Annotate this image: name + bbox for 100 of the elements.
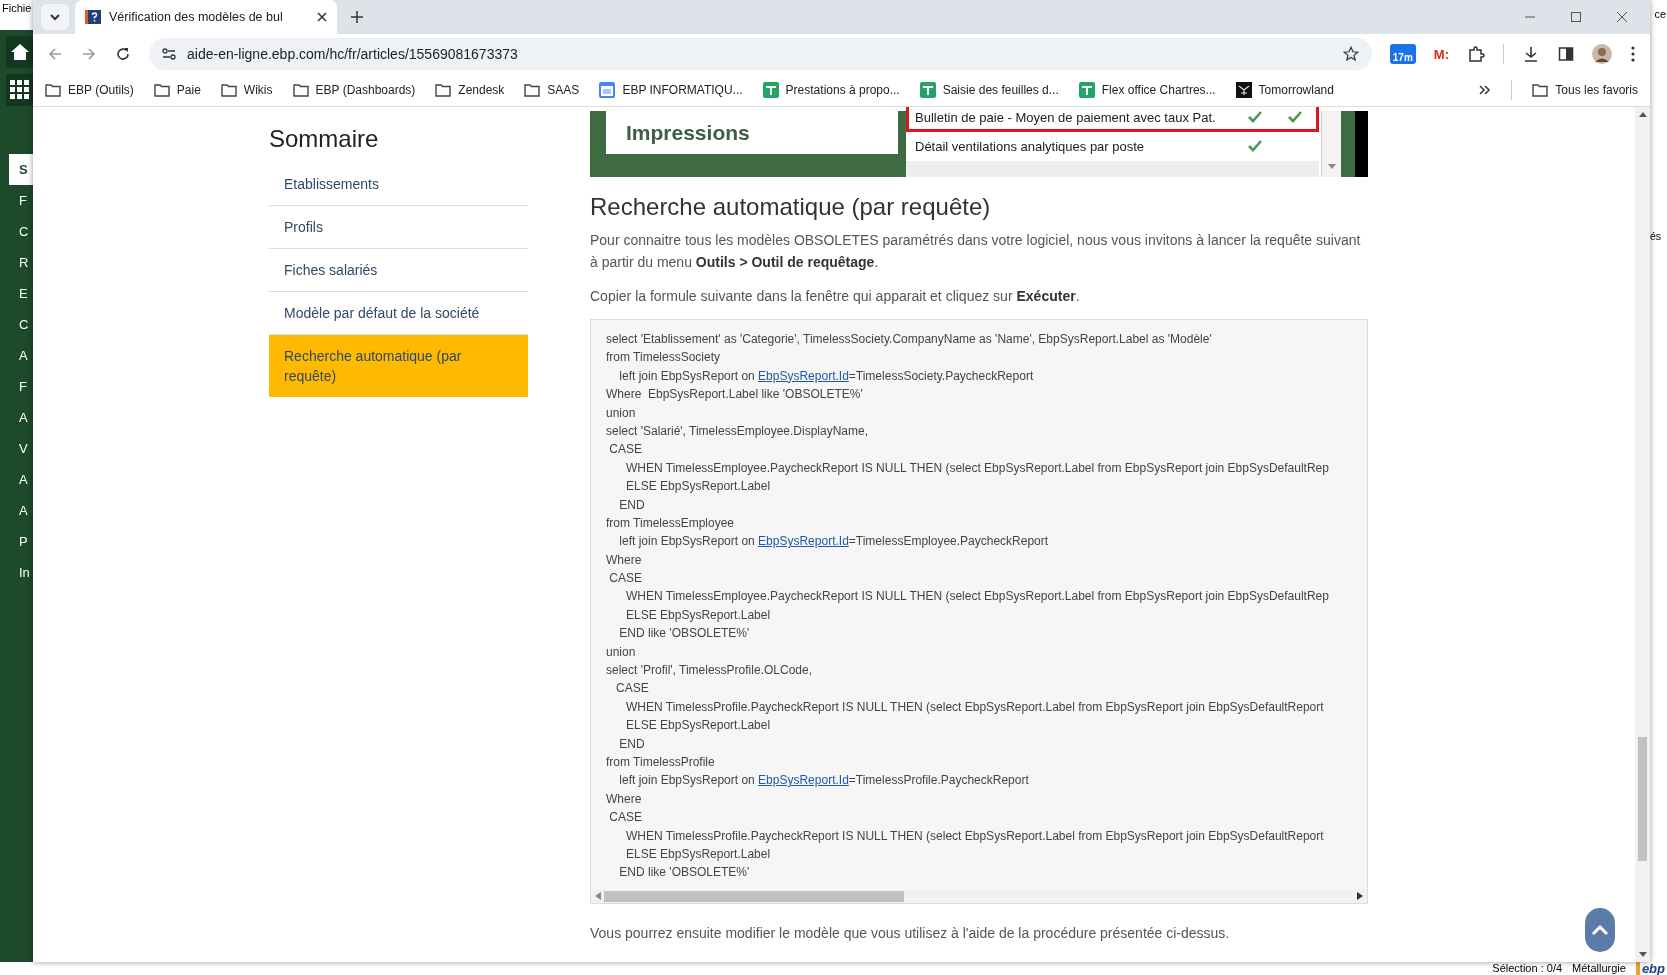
- menu-icon[interactable]: [1630, 45, 1636, 63]
- browser-tab[interactable]: Vérification des modèles de bul: [75, 0, 337, 34]
- code-line: Where: [606, 552, 642, 567]
- sidebar-title: Sommaire: [269, 125, 380, 153]
- folder-icon: [292, 83, 309, 97]
- folder-icon: [45, 83, 61, 97]
- nav-item[interactable]: F: [0, 371, 33, 402]
- bookmark[interactable]: EBP (Dashboards): [292, 83, 416, 97]
- chevron-down-icon: [49, 11, 61, 23]
- bookmark[interactable]: EBP INFORMATIQU...: [599, 82, 743, 98]
- nav-item[interactable]: In: [0, 557, 33, 588]
- scroll-left-icon[interactable]: [595, 892, 601, 901]
- scroll-down-icon: [1327, 164, 1336, 169]
- code-link[interactable]: EbpSysReport.Id: [758, 368, 849, 383]
- toc-link[interactable]: Recherche automatique (par requête): [269, 335, 528, 397]
- vertical-scrollbar[interactable]: [1635, 107, 1650, 962]
- site-settings-icon[interactable]: [161, 46, 177, 62]
- menu-label[interactable]: Fichie: [2, 0, 32, 14]
- bookmark[interactable]: Paie: [153, 83, 201, 97]
- code-line: Where EbpSysReport.Label like 'OBSOLETE%': [606, 387, 863, 402]
- close-icon[interactable]: [317, 12, 327, 22]
- code-line: WHEN TimelessProfile.PaycheckReport IS NULL THEN (select EbpSysReport.Label from EbpSysReport join EbpSysDefaultReport: [625, 828, 1324, 843]
- bookmark[interactable]: Wikis: [220, 83, 273, 97]
- help-icon: [85, 9, 101, 25]
- bookmark[interactable]: Flex office Chartres...: [1078, 82, 1216, 98]
- bookmark-folder[interactable]: Tous les favoris: [1532, 83, 1638, 97]
- bookmark[interactable]: Saisie des feuilles d...: [919, 82, 1059, 98]
- scroll-up-icon[interactable]: [1638, 112, 1647, 117]
- code-line: CASE: [615, 681, 649, 696]
- horizontal-scrollbar[interactable]: [591, 889, 1367, 903]
- code-line: CASE: [608, 571, 642, 586]
- code-line: from TimelessProfile: [606, 755, 715, 769]
- folder-icon: [220, 83, 237, 97]
- nav-item[interactable]: P: [0, 526, 33, 557]
- sheet-icon: [919, 82, 936, 98]
- nav-item[interactable]: R: [0, 247, 33, 278]
- nav-item[interactable]: A: [0, 495, 33, 526]
- home-icon[interactable]: [6, 36, 33, 68]
- back-to-top-button[interactable]: [1585, 908, 1615, 952]
- folder-icon: [524, 83, 541, 97]
- reload-icon[interactable]: [115, 46, 131, 62]
- nav-item[interactable]: A: [0, 464, 33, 495]
- code-line: END like 'OBSOLETE%': [618, 865, 750, 880]
- nav-item[interactable]: A: [0, 340, 33, 371]
- nav-item[interactable]: S: [9, 154, 33, 185]
- section-label: Impressions: [626, 120, 750, 145]
- bookmark[interactable]: Prestations à propo...: [762, 82, 900, 98]
- code-line: WHEN TimelessEmployee.PaycheckReport IS NULL THEN (select EbpSysReport.Label from EbpSysReport join EbpSysDefaultRep: [625, 460, 1329, 475]
- code-link[interactable]: EbpSysReport.Id: [758, 534, 849, 549]
- puzzle-icon[interactable]: [1467, 45, 1485, 63]
- bookmark[interactable]: Zendesk: [435, 83, 505, 97]
- close-icon[interactable]: [1616, 11, 1628, 23]
- grid-icon[interactable]: [6, 74, 33, 106]
- toc-link[interactable]: Profils: [269, 206, 528, 249]
- scroll-down-icon[interactable]: [1638, 952, 1647, 957]
- code-line: END like 'OBSOLETE%': [618, 626, 750, 641]
- sheet-icon: [762, 82, 779, 98]
- chevron-up-icon: [1591, 924, 1609, 936]
- paragraph: Vous pourrez ensuite modifier le modèle que vous utilisez à l'aide de la procédure présentée ci-dessus.: [590, 923, 1231, 943]
- maximize-icon[interactable]: [1570, 11, 1582, 23]
- label-text: ce: [1654, 7, 1667, 20]
- forward-icon[interactable]: [81, 46, 97, 62]
- code-line: CASE: [608, 810, 642, 825]
- avatar[interactable]: [1592, 44, 1612, 64]
- extension-button[interactable]: M:: [1433, 46, 1449, 62]
- tab-list-button[interactable]: [41, 4, 69, 30]
- code-line: ELSE EbpSysReport.Label: [625, 607, 771, 622]
- extension-badge[interactable]: 17m: [1389, 44, 1416, 64]
- code-link[interactable]: EbpSysReport.Id: [758, 773, 849, 788]
- nav-item[interactable]: F: [0, 185, 33, 216]
- code-line: ELSE EbpSysReport.Label: [625, 479, 771, 494]
- report-name: Bulletin de paie - Moyen de paiement avec taux Pat.: [915, 109, 1217, 125]
- bookmark[interactable]: Tomorrowland: [1235, 82, 1334, 98]
- code-line: ELSE EbpSysReport.Label: [625, 846, 771, 861]
- scroll-right-icon[interactable]: [1357, 892, 1363, 901]
- nav-item[interactable]: C: [0, 216, 33, 247]
- toc-link[interactable]: Fiches salariés: [269, 249, 528, 292]
- side-panel-icon[interactable]: [1558, 46, 1574, 62]
- star-icon[interactable]: [1341, 45, 1360, 63]
- code-line: union: [606, 644, 636, 659]
- code-line: from TimelessSociety: [606, 350, 721, 365]
- paragraph: Pour connaitre tous les modèles OBSOLETES paramétrés dans votre logiciel, nous vous invitons à lancer la requête suivant à partir du menu Outils > Outil de requêtage.: [590, 231, 1362, 272]
- code-line: END: [618, 497, 645, 512]
- nav-item[interactable]: E: [0, 278, 33, 309]
- back-icon[interactable]: [47, 46, 63, 62]
- download-icon[interactable]: [1522, 45, 1540, 63]
- address-bar[interactable]: aide-en-ligne.ebp.com/hc/fr/articles/15569081673373: [149, 38, 1372, 70]
- nav-item[interactable]: C: [0, 309, 33, 340]
- emblem-icon: [1235, 82, 1252, 98]
- code-line: Where: [606, 791, 642, 806]
- new-tab-icon[interactable]: [351, 11, 363, 23]
- code-line: select 'Profil', TimelessProfile.OLCode,: [606, 663, 812, 678]
- bookmark[interactable]: EBP (Outils): [45, 83, 134, 97]
- nav-item[interactable]: V: [0, 433, 33, 464]
- bookmark[interactable]: SAAS: [524, 83, 580, 97]
- toc-link[interactable]: Etablissements: [269, 163, 528, 206]
- scroll-thumb[interactable]: [1638, 737, 1647, 861]
- nav-item[interactable]: A: [0, 402, 33, 433]
- more-bookmarks-icon[interactable]: [1479, 84, 1492, 96]
- code-line: WHEN TimelessProfile.PaycheckReport IS NULL THEN (select EbpSysReport.Label from EbpSysReport join EbpSysDefaultReport: [625, 699, 1324, 714]
